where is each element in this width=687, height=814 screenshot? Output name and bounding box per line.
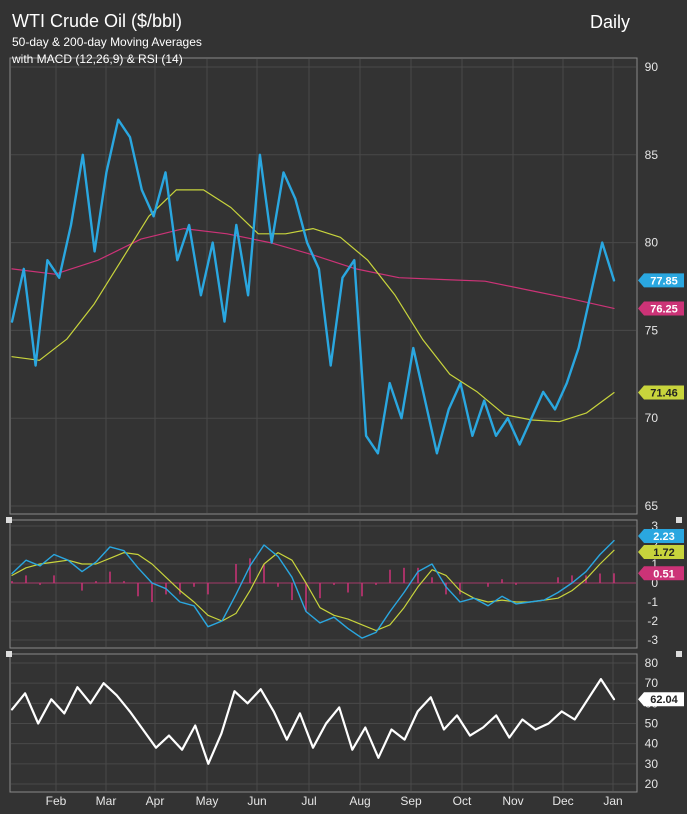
chart-subtitle-line-2: with MACD (12,26,9) & RSI (14) [11, 52, 183, 66]
rsi-value-label: 62.04 [650, 694, 678, 706]
y-tick-label-rsi: 20 [645, 777, 659, 791]
x-tick-label: May [196, 794, 219, 808]
chart-subtitle-line-1: 50-day & 200-day Moving Averages [12, 35, 202, 49]
y-tick-label-price: 85 [645, 148, 659, 162]
y-tick-label-price: 65 [645, 499, 659, 513]
y-tick-label-macd: -3 [647, 633, 658, 647]
x-tick-label: Aug [349, 794, 370, 808]
wti-crude-oil-chart: Feb Mar Apr May Jun Jul Aug Sep Oct Nov Dec Jan 65 70… [6, 11, 684, 808]
x-tick-label: Feb [46, 794, 67, 808]
x-tick-label: Jul [301, 794, 316, 808]
sma200-value-label: 76.25 [650, 303, 678, 315]
sma50-value-label: 71.46 [650, 388, 678, 400]
y-tick-label-price: 90 [645, 60, 659, 74]
price-value-label: 77.85 [650, 275, 678, 287]
chart-title: WTI Crude Oil ($/bbl) [12, 11, 182, 31]
y-tick-label-macd: -2 [647, 614, 658, 628]
x-tick-label: Oct [453, 794, 472, 808]
y-tick-label-rsi: 30 [645, 757, 659, 771]
y-tick-label-price: 70 [645, 411, 659, 425]
panel-frame-price [9, 57, 638, 515]
histogram-value-label: 0.51 [653, 568, 674, 580]
price-line [10, 118, 616, 455]
y-tick-label-rsi: 50 [645, 717, 659, 731]
x-tick-label: Nov [502, 794, 523, 808]
panel-resize-handle-left-macd[interactable] [6, 517, 12, 523]
signal-value-label: 1.72 [653, 547, 674, 559]
y-tick-label-rsi: 40 [645, 737, 659, 751]
panel-frame-macd [9, 519, 638, 649]
x-tick-label: Jan [603, 794, 622, 808]
x-tick-label: Dec [552, 794, 573, 808]
y-tick-label-macd: -1 [647, 595, 658, 609]
macd-value-label: 2.23 [653, 531, 674, 543]
rsi-line [10, 677, 616, 765]
panel-resize-handle-right-macd[interactable] [676, 517, 682, 523]
panel-resize-handle-right-rsi[interactable] [676, 651, 682, 657]
period-label: Daily [590, 12, 630, 32]
signal-line [11, 549, 615, 632]
panel-resize-handle-left-rsi[interactable] [6, 651, 12, 657]
x-tick-label: Apr [146, 794, 165, 808]
macd-line [11, 539, 615, 639]
sma200-line [11, 228, 615, 309]
x-tick-label: Sep [400, 794, 422, 808]
y-tick-label-price: 75 [645, 323, 659, 337]
y-tick-label-rsi: 70 [645, 676, 659, 690]
y-tick-label-price: 80 [645, 236, 659, 250]
x-tick-label: Jun [247, 794, 266, 808]
sma50-line [11, 189, 615, 423]
y-tick-label-rsi: 80 [645, 656, 659, 670]
x-tick-label: Mar [96, 794, 117, 808]
